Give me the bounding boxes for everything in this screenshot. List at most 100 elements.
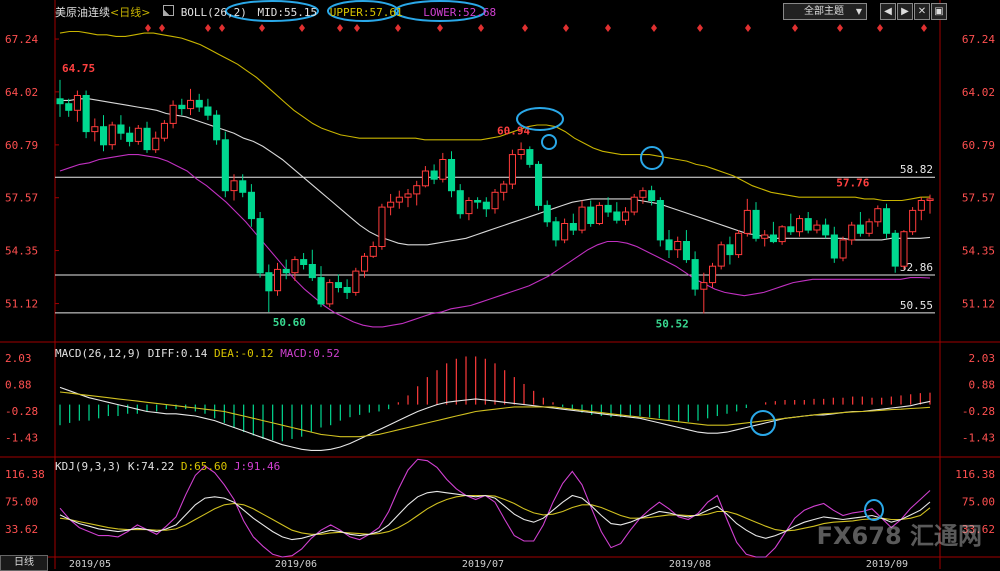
period-label: <日线> — [110, 6, 151, 19]
candle-body — [717, 244, 725, 267]
price-tick-label-left: 54.35 — [5, 245, 38, 258]
macd-tick-label-left: -0.28 — [5, 405, 38, 418]
candle-body — [726, 244, 734, 256]
macd-tick-label-left: -1.43 — [5, 431, 38, 444]
candle-body — [221, 139, 229, 192]
candle-body — [691, 259, 699, 290]
candle-body — [543, 204, 551, 223]
candle-body — [126, 132, 134, 142]
candle-body — [909, 209, 917, 233]
chevron-down-icon: ▼ — [855, 7, 862, 16]
candle-body — [700, 282, 708, 290]
macd-tick-label-left: 0.88 — [5, 378, 32, 391]
watermark-logo: FX678 汇通网 — [816, 522, 982, 550]
candle-body — [613, 211, 621, 221]
price-annotation: 57.76 — [836, 177, 869, 190]
candle-body — [883, 208, 891, 234]
candle-body — [595, 204, 604, 224]
candle-body — [465, 200, 473, 215]
candle-body — [239, 180, 247, 193]
candle-body — [552, 221, 560, 241]
candle-body — [256, 218, 264, 274]
candle-body — [604, 204, 612, 213]
candle-body — [674, 241, 682, 251]
candle-body — [100, 126, 108, 146]
candle-body — [82, 95, 90, 133]
candle-body — [430, 170, 438, 180]
kdj-header: KDJ(9,3,3) K:74.22 D:65.60 J:91.46 — [55, 460, 280, 473]
candle-body — [917, 200, 925, 211]
candle-body — [152, 137, 160, 151]
candle-body — [769, 234, 778, 243]
candle-body — [822, 224, 830, 236]
candle-body — [787, 226, 795, 233]
candle-body — [500, 183, 508, 193]
next-button[interactable]: ▶ — [897, 3, 913, 20]
macd-tick-label-left: 2.03 — [5, 352, 32, 365]
price-tick-label-right: 51.12 — [962, 298, 995, 311]
kdj-tick-label-left: 75.00 — [5, 495, 38, 508]
price-tick-label-left: 67.24 — [5, 33, 38, 46]
candle-body — [395, 196, 403, 203]
candle-body — [648, 190, 656, 201]
price-tick-label-right: 60.79 — [962, 139, 995, 152]
date-tick-label: 2019/08 — [669, 559, 711, 569]
candle-body — [796, 218, 804, 233]
candle-body — [856, 224, 865, 234]
macd-macd-value: MACD:0.52 — [280, 347, 340, 360]
symbol-name: 美原油连续 — [55, 6, 110, 19]
chart-background — [0, 0, 1000, 569]
candle-body — [230, 180, 238, 192]
price-annotation: 64.75 — [62, 62, 95, 75]
price-tick-label-right: 54.35 — [962, 245, 995, 258]
prev-button[interactable]: ◀ — [880, 3, 896, 20]
candle-body — [709, 265, 717, 284]
candle-body — [926, 198, 934, 201]
candle-body — [561, 223, 569, 241]
candle-body — [404, 193, 412, 198]
candle-body — [265, 272, 273, 292]
close-button[interactable]: ✕ — [914, 3, 930, 20]
boll-mid-value: MID:55.15 — [257, 6, 318, 19]
maximize-button[interactable]: ▣ — [931, 3, 947, 20]
price-tick-label-left: 64.02 — [5, 86, 38, 99]
candle-body — [369, 246, 377, 257]
candle-body — [326, 282, 334, 305]
price-header: 美原油连续<日线> BOLL(26,2) MID:55.15 UPPER:57.… — [55, 4, 496, 20]
candle-body — [813, 224, 821, 231]
price-tick-label-right: 57.57 — [962, 192, 995, 205]
chart-canvas: 58.8252.8650.5564.7560.9450.60 50.5257.76… — [0, 0, 1000, 569]
candle-body — [361, 255, 369, 272]
price-tick-label-right: 67.24 — [962, 33, 995, 46]
candle-body — [743, 209, 751, 234]
candle-body — [839, 239, 847, 259]
boll-icon — [163, 5, 175, 16]
candle-body — [343, 287, 351, 293]
candle-body — [187, 99, 195, 110]
candle-body — [891, 232, 899, 267]
theme-select[interactable]: 全部主题 ▼ — [783, 3, 867, 20]
boll-upper-value: UPPER:57.61 — [329, 6, 403, 19]
candle-body — [865, 221, 873, 234]
candle-body — [526, 149, 534, 165]
candle-body — [195, 99, 203, 108]
candle-body — [639, 190, 647, 198]
candle-body — [491, 191, 499, 210]
candle-body — [65, 103, 73, 111]
candle-body — [735, 232, 743, 256]
candle-body — [656, 200, 664, 241]
price-tick-label-left: 60.79 — [5, 139, 38, 152]
price-annotation: 50.52 — [656, 317, 689, 330]
candle-body — [282, 268, 290, 274]
candle-body — [900, 231, 908, 267]
candle-body — [874, 208, 882, 223]
kdj-tick-label-right: 75.00 — [962, 495, 995, 508]
kdj-params: KDJ(9,3,3) — [55, 460, 122, 473]
candle-body — [134, 127, 142, 142]
candle-body — [804, 218, 812, 231]
kdj-j-value: J:91.46 — [233, 460, 281, 473]
candle-body — [213, 114, 221, 141]
candle-body — [830, 234, 838, 259]
price-tick-label-right: 64.02 — [962, 86, 995, 99]
kdj-d-value: D:65.60 — [180, 460, 228, 473]
